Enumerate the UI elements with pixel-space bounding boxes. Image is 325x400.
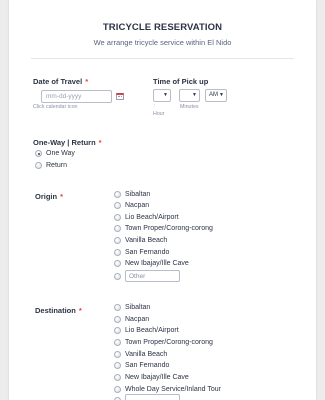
radio-button[interactable]: [114, 327, 121, 334]
radio-button[interactable]: [114, 304, 121, 311]
calendar-icon[interactable]: [116, 93, 124, 100]
origin-label-text: Origin: [35, 192, 58, 201]
option-label: San Fernando: [125, 362, 170, 369]
radio-button[interactable]: [114, 386, 121, 393]
hour-select[interactable]: ▼: [153, 89, 171, 102]
required-mark: *: [60, 192, 64, 201]
required-mark: *: [78, 306, 82, 315]
time-of-pickup-label: Time of Pick up: [153, 77, 209, 86]
radio-button[interactable]: [114, 202, 121, 209]
trip-type-label-text: One-Way | Return: [33, 138, 96, 147]
option-label: Lio Beach/Airport: [125, 214, 179, 221]
destination-other-input[interactable]: [125, 394, 180, 400]
header-divider: [31, 58, 294, 59]
radio-button[interactable]: [114, 260, 121, 267]
option-label: One Way: [46, 150, 75, 157]
radio-button[interactable]: [114, 214, 121, 221]
option-label: Town Proper/Corong-corong: [125, 339, 213, 346]
origin-label: Origin *: [35, 192, 63, 201]
minutes-sublabel: Minutes: [180, 104, 199, 110]
trip-type-label: One-Way | Return *: [33, 138, 102, 147]
radio-button[interactable]: [114, 316, 121, 323]
ampm-select[interactable]: AM ▼: [205, 89, 227, 102]
option-label: New Ibajay/Ille Cave: [125, 374, 189, 381]
form-subtitle: We arrange tricycle service within El Ni…: [93, 38, 232, 47]
date-of-travel-label-text: Date of Travel: [33, 77, 83, 86]
hour-sublabel: Hour: [153, 111, 165, 117]
radio-button[interactable]: [114, 191, 121, 198]
radio-button[interactable]: [114, 339, 121, 346]
date-of-travel-input[interactable]: [41, 90, 112, 103]
radio-button[interactable]: [114, 237, 121, 244]
option-label: Nacpan: [125, 316, 150, 323]
chevron-down-icon: ▼: [163, 92, 168, 98]
radio-button[interactable]: [114, 273, 121, 280]
destination-label: Destination *: [35, 306, 82, 315]
radio-button[interactable]: [35, 162, 42, 169]
chevron-down-icon: ▼: [219, 92, 224, 98]
required-mark: *: [85, 77, 89, 86]
minutes-select[interactable]: ▼: [179, 89, 200, 102]
form-card: TRICYCLE RESERVATION We arrange tricycle…: [9, 0, 316, 400]
required-mark: *: [98, 138, 102, 147]
time-separator: :: [154, 103, 156, 109]
option-label: New Ibajay/Ille Cave: [125, 260, 189, 267]
option-label: Lio Beach/Airport: [125, 327, 179, 334]
form-title: TRICYCLE RESERVATION: [102, 22, 223, 33]
option-label: Vanilla Beach: [125, 237, 168, 244]
radio-button[interactable]: [114, 351, 121, 358]
date-of-travel-sublabel: Click calendar icon: [33, 104, 78, 110]
radio-button[interactable]: [35, 150, 42, 157]
date-of-travel-label: Date of Travel *: [33, 77, 88, 86]
option-label: Vanilla Beach: [125, 351, 168, 358]
radio-button[interactable]: [114, 374, 121, 381]
option-label: Sibaltan: [125, 304, 151, 311]
chevron-down-icon: ▼: [192, 92, 197, 98]
radio-button[interactable]: [114, 225, 121, 232]
destination-label-text: Destination: [35, 306, 76, 315]
form-header: TRICYCLE RESERVATION We arrange tricycle…: [9, 22, 316, 47]
option-label: San Fernando: [125, 249, 170, 256]
option-label: Town Proper/Corong-corong: [125, 225, 213, 232]
ampm-select-value: AM: [209, 92, 218, 98]
origin-other-input[interactable]: [125, 270, 180, 282]
option-label: Sibaltan: [125, 191, 151, 198]
option-label: Nacpan: [125, 202, 150, 209]
radio-button[interactable]: [114, 362, 121, 369]
radio-button[interactable]: [114, 249, 121, 256]
option-label: Return: [46, 162, 68, 169]
